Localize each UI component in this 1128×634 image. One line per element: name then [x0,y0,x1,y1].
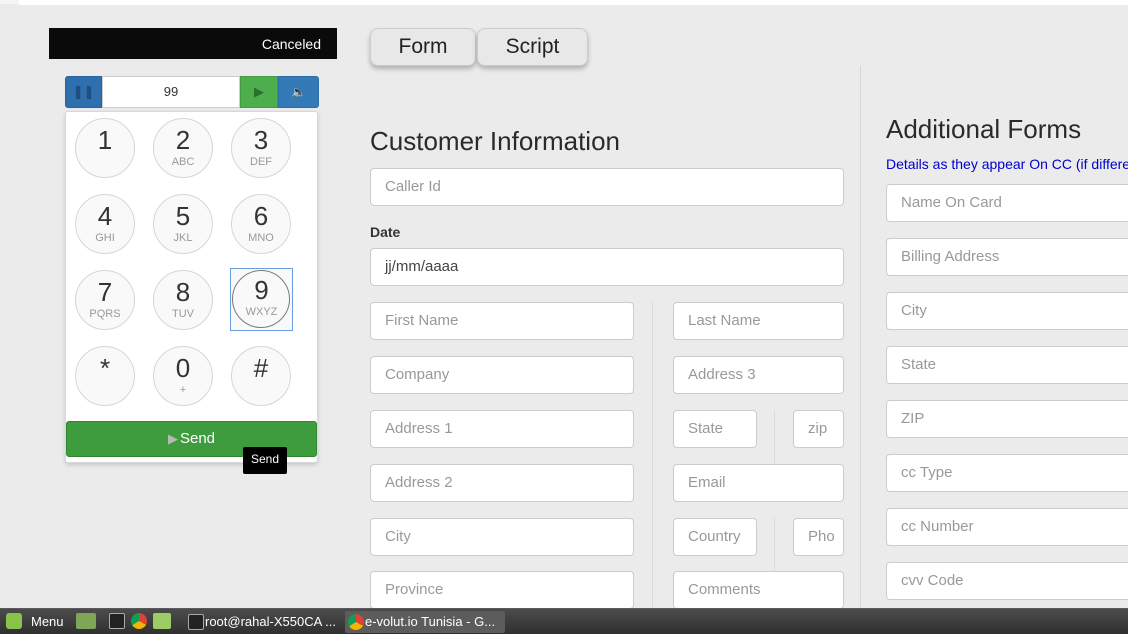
terminal-icon [188,614,204,630]
dial-key-digit: 0 [175,353,191,383]
dial-key-digit: 1 [97,125,113,155]
billing-city-input[interactable]: City [886,292,1128,330]
volume-icon: 🔈 [291,85,306,99]
cc-number-input[interactable]: cc Number [886,508,1128,546]
caller-id-input[interactable]: Caller Id [370,168,844,206]
dial-key-letters: ABC [171,156,195,168]
dial-key-digit: 9 [254,275,269,305]
dial-key-digit: * [99,353,111,383]
phone-input[interactable]: Pho [793,518,844,556]
pause-icon: ❚❚ [72,84,95,99]
dial-key-8[interactable]: 8 TUV [153,270,213,330]
dial-key-5[interactable]: 5 JKL [153,194,213,254]
column-divider [774,410,775,464]
first-name-input[interactable]: First Name [370,302,634,340]
dial-key-digit: 6 [253,201,269,231]
dial-key-letters: + [179,384,187,396]
dial-key-7[interactable]: 7 PQRS [75,270,135,330]
pause-button[interactable]: ❚❚ [65,76,102,108]
call-status-bar: Canceled [49,28,337,59]
send-tooltip: Send [243,447,287,474]
dial-key-letters: TUV [172,308,194,320]
mint-logo-icon [6,613,22,629]
play-icon: ▶ [167,431,178,446]
chrome-icon [348,614,364,630]
volume-button[interactable]: 🔈 [278,76,319,108]
dial-key-6[interactable]: 6 MNO [231,194,291,254]
last-name-input[interactable]: Last Name [673,302,844,340]
dial-number-input[interactable]: 99 [102,76,240,108]
address2-input[interactable]: Address 2 [370,464,634,502]
name-on-card-input[interactable]: Name On Card [886,184,1128,222]
send-button-label: Send [179,430,216,447]
dial-key-digit: 4 [97,201,113,231]
dial-key-letters: PQRS [89,308,121,320]
column-divider [652,302,653,612]
folder-icon[interactable] [153,613,171,629]
dial-key-digit: 3 [253,125,269,155]
date-input[interactable]: jj/mm/aaaa [370,248,844,286]
province-input[interactable]: Province [370,571,634,609]
dial-key-digit: 7 [97,277,113,307]
chrome-icon[interactable] [131,613,147,629]
dial-key-1[interactable]: 1 [75,118,135,178]
state-input[interactable]: State [673,410,757,448]
customer-info-title: Customer Information [370,126,620,156]
taskbar-window-label: root@rahal-X550CA ... [205,614,336,629]
comments-input[interactable]: Comments [673,571,844,609]
dial-key-letters: MNO [248,232,274,244]
address1-input[interactable]: Address 1 [370,410,634,448]
dial-key-0[interactable]: 0 + [153,346,213,406]
column-divider [774,517,775,571]
dial-key-letters: WXYZ [245,306,278,318]
dial-key-hash[interactable]: # [231,346,291,406]
billing-zip-input[interactable]: ZIP [886,400,1128,438]
cvv-code-input[interactable]: cvv Code [886,562,1128,600]
dial-key-digit: 2 [175,125,191,155]
call-status-text: Canceled [261,36,321,52]
dial-key-letters: JKL [173,232,193,244]
show-desktop-icon[interactable] [76,613,96,629]
dial-key-digit: 5 [175,201,191,231]
billing-address-input[interactable]: Billing Address [886,238,1128,276]
terminal-icon[interactable] [109,613,125,629]
dial-key-letters: DEF [250,156,272,168]
taskbar: Menu root@rahal-X550CA ... e-volut.io Tu… [0,608,1128,634]
dial-key-digit: # [253,353,269,383]
dial-key-star[interactable]: * [75,346,135,406]
additional-forms-title: Additional Forms [886,114,1082,144]
company-input[interactable]: Company [370,356,634,394]
billing-state-input[interactable]: State [886,346,1128,384]
dial-key-3[interactable]: 3 DEF [231,118,291,178]
dial-key-9[interactable]: 9 WXYZ [230,268,293,331]
date-label: Date [370,224,401,240]
email-input[interactable]: Email [673,464,844,502]
cc-type-input[interactable]: cc Type [886,454,1128,492]
tab-script[interactable]: Script [477,28,588,66]
address3-input[interactable]: Address 3 [673,356,844,394]
tab-form[interactable]: Form [370,28,476,66]
country-input[interactable]: Country [673,518,757,556]
dial-key-4[interactable]: 4 GHI [75,194,135,254]
additional-forms-subtitle: Details as they appear On CC (if differe [886,156,1128,172]
play-icon: ▶ [254,84,264,99]
taskbar-window-label: e-volut.io Tunisia - G... [365,614,496,629]
taskbar-window-chrome[interactable]: e-volut.io Tunisia - G... [345,611,505,633]
dial-key-2[interactable]: 2 ABC [153,118,213,178]
city-input[interactable]: City [370,518,634,556]
column-divider [860,66,861,611]
taskbar-window-terminal[interactable]: root@rahal-X550CA ... [185,611,341,633]
menu-button[interactable]: Menu [31,611,64,633]
play-button[interactable]: ▶ [240,76,278,108]
page-header-strip [19,0,1128,5]
zip-input[interactable]: zip [793,410,844,448]
dial-key-letters: GHI [95,232,115,244]
dial-key-digit: 8 [175,277,191,307]
